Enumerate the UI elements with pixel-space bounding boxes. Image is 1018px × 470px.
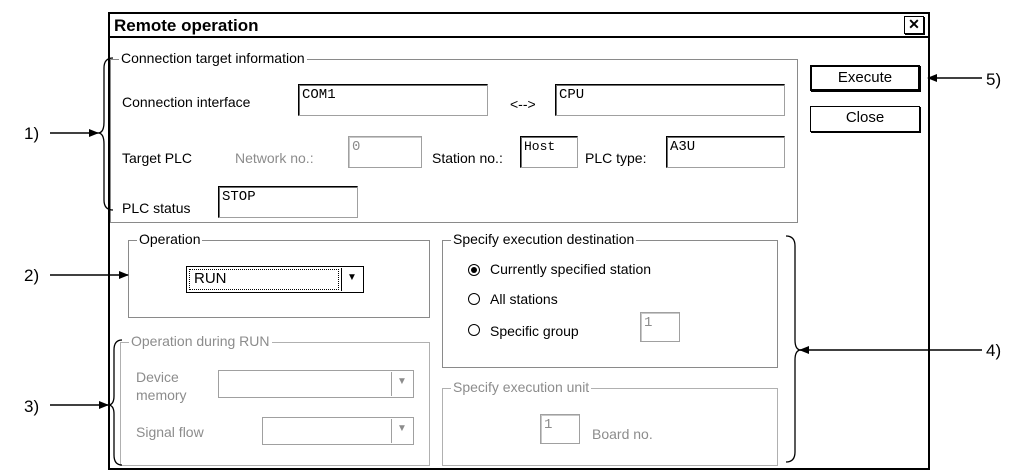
brace-1 — [97, 57, 114, 211]
brace-4 — [785, 235, 802, 463]
callout-overlay — [50, 57, 982, 466]
brace-3 — [107, 339, 123, 466]
